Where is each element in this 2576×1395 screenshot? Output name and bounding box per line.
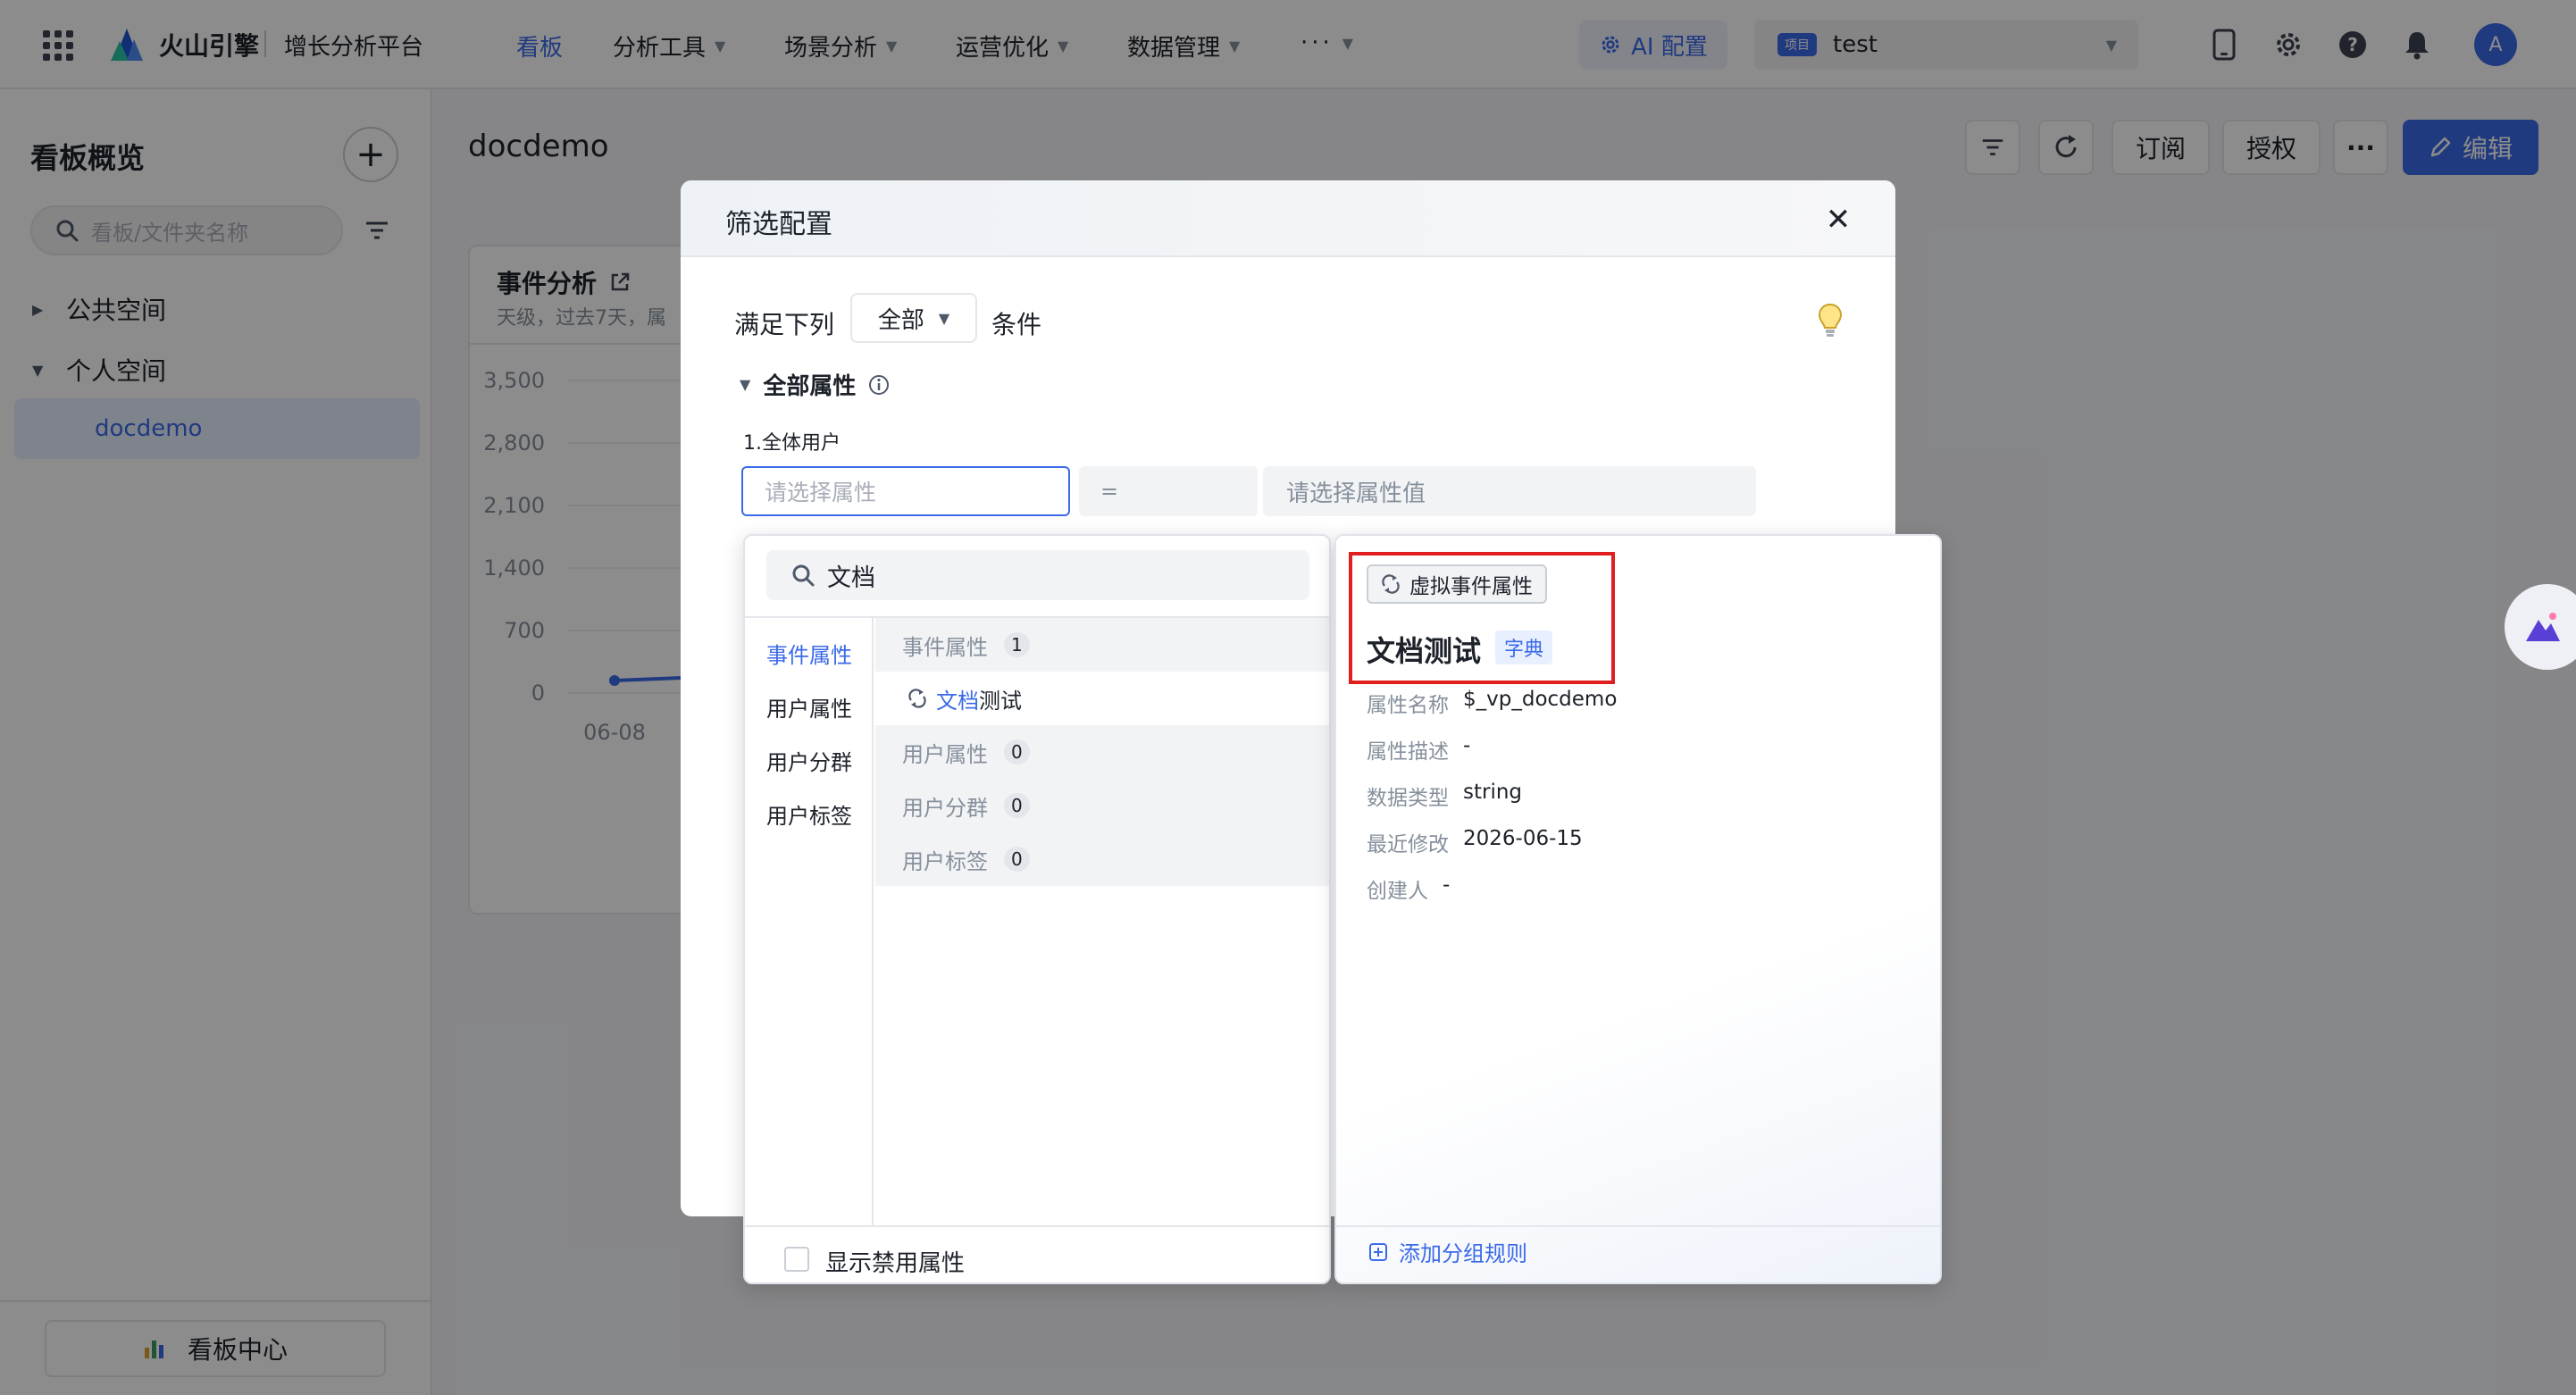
virtual-property-icon [908,689,926,708]
modal-title: 筛选配置 [725,209,832,240]
property-dropdown: 文档 事件属性 用户属性 用户分群 用户标签 事件属性 1 文档测试 用户属性 … [743,534,1331,1284]
condition-suffix: 条件 [991,310,1042,339]
detail-value: string [1463,781,1523,804]
group-header-user-properties: 用户属性 0 [875,725,1329,779]
search-value: 文档 [827,564,875,592]
count-badge: 1 [1004,632,1030,657]
all-properties-group[interactable]: ▼ 全部属性 [740,368,890,401]
detail-value: $_vp_docdemo [1463,688,1618,711]
plus-square-icon [1369,1242,1387,1261]
group-label: 用户属性 [902,741,988,767]
match-mode-value: 全部 [877,306,924,334]
show-disabled-label[interactable]: 显示禁用属性 [825,1245,965,1278]
condition-prefix: 满足下列 [734,310,835,339]
detail-key: 数据类型 [1367,787,1449,810]
detail-key: 属性名称 [1367,694,1449,717]
operator-select[interactable]: = [1079,466,1258,516]
detail-key: 最近修改 [1367,833,1449,856]
group-header-event-properties: 事件属性 1 [875,618,1329,672]
add-group-rule-link[interactable]: 添加分组规则 [1368,1236,1527,1267]
divider [1336,1225,1940,1227]
detail-row-last-modified: 最近修改 2026-06-15 [1367,827,1583,857]
result-list: 事件属性 1 文档测试 用户属性 0 用户分群 0 用户标签 0 [875,618,1329,1225]
count-badge: 0 [1004,793,1030,818]
condition-label: 1.全体用户 [743,432,841,455]
modal-header: 筛选配置 ✕ [681,180,1895,257]
search-icon [792,564,815,587]
caret-down-icon: ▼ [740,376,751,393]
category-user-segments[interactable]: 用户分群 [766,745,852,776]
result-item-doc-test[interactable]: 文档测试 [875,672,1329,725]
group-title: 全部属性 [763,373,857,400]
group-label: 事件属性 [902,634,988,660]
group-header-user-tags: 用户标签 0 [875,832,1329,886]
count-badge: 0 [1004,739,1030,764]
property-detail-panel: 虚拟事件属性 文档测试 字典 属性名称 $_vp_docdemo 属性描述 - 数据… [1334,534,1942,1284]
group-label: 用户分群 [902,795,988,821]
assistant-mountain-icon [2526,613,2560,641]
divider [745,1225,1329,1227]
category-event-properties[interactable]: 事件属性 [766,638,852,669]
group-label: 用户标签 [902,848,988,874]
category-user-properties[interactable]: 用户属性 [766,691,852,723]
detail-row-description: 属性描述 - [1367,734,1470,764]
detail-value: - [1463,734,1471,757]
count-badge: 0 [1004,847,1030,872]
result-text: 测试 [979,688,1022,714]
close-icon[interactable]: ✕ [1820,202,1856,238]
property-value-input[interactable]: 请选择属性值 [1263,466,1756,516]
property-search-input[interactable]: 文档 [766,550,1309,600]
match-mode-select[interactable]: 全部 ▼ [850,293,977,343]
category-user-tags[interactable]: 用户标签 [766,798,852,830]
detail-row-creator: 创建人 - [1367,873,1450,904]
show-disabled-checkbox[interactable] [784,1247,809,1272]
info-icon[interactable] [868,374,890,396]
highlight-annotation-box [1349,552,1615,684]
lightbulb-icon[interactable] [1815,302,1845,338]
detail-key: 创建人 [1367,880,1428,903]
detail-row-property-name: 属性名称 $_vp_docdemo [1367,688,1617,718]
match-highlight: 文档 [936,688,979,714]
category-nav: 事件属性 用户属性 用户分群 用户标签 [745,618,874,1225]
group-header-user-segments: 用户分群 0 [875,779,1329,832]
detail-key: 属性描述 [1367,740,1449,764]
property-select-input[interactable]: 请选择属性 [741,466,1070,516]
detail-value: - [1443,873,1451,897]
detail-row-data-type: 数据类型 string [1367,781,1522,811]
caret-down-icon: ▼ [938,309,950,327]
add-rule-label: 添加分组规则 [1399,1241,1527,1266]
detail-value: 2026-06-15 [1463,827,1583,850]
